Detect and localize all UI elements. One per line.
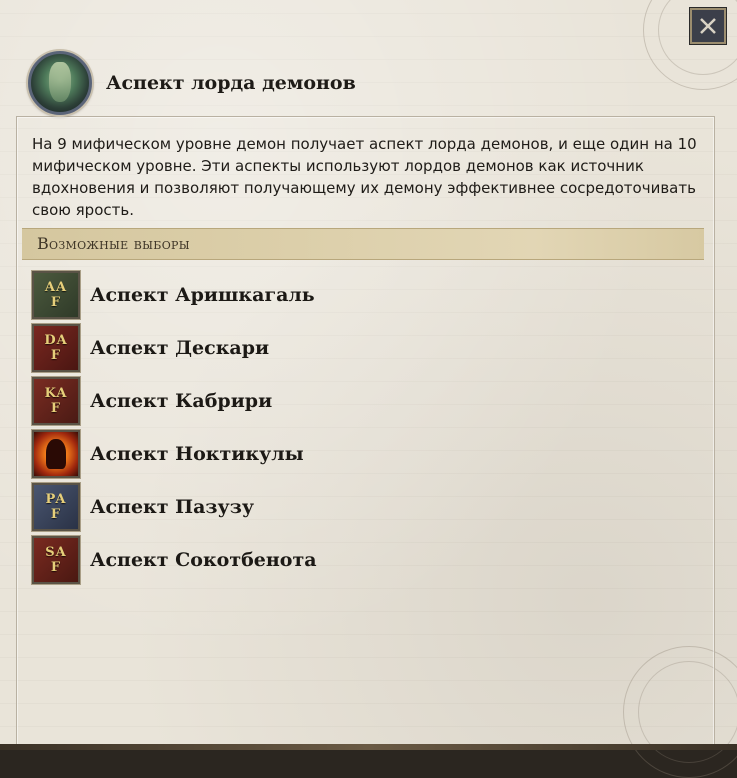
- feature-header: Аспект лорда демонов: [28, 50, 356, 116]
- aspect-pazuzu-icon: PA F: [32, 482, 80, 531]
- choice-label: Аспект Сокотбенота: [90, 548, 317, 571]
- choice-item-sokotbenot[interactable]: SA F Аспект Сокотбенота: [32, 533, 692, 586]
- possible-choices-header: Возможные выборы: [22, 228, 704, 260]
- icon-glyph-bottom: F: [50, 400, 62, 416]
- choice-label: Аспект Ноктикулы: [90, 442, 304, 465]
- icon-glyph-top: SA: [45, 544, 67, 560]
- close-icon: [700, 18, 716, 34]
- choice-label: Аспект Дескари: [90, 336, 270, 359]
- section-title: Возможные выборы: [37, 234, 190, 253]
- icon-glyph-top: PA: [45, 491, 67, 507]
- icon-glyph-top: KA: [44, 385, 68, 401]
- feature-description: На 9 мифическом уровне демон получает ас…: [32, 135, 697, 219]
- icon-glyph-bottom: F: [50, 559, 62, 575]
- icon-glyph-top: AA: [44, 279, 68, 295]
- feature-title: Аспект лорда демонов: [106, 72, 356, 94]
- feature-info-window: Аспект лорда демонов На 9 мифическом уро…: [0, 0, 737, 778]
- choice-item-nocticula[interactable]: Аспект Ноктикулы: [32, 427, 692, 480]
- choice-item-deskari[interactable]: DA F Аспект Дескари: [32, 321, 692, 374]
- choice-label: Аспект Пазузу: [90, 495, 254, 518]
- choice-label: Аспект Аришкагаль: [90, 283, 315, 306]
- aspect-deskari-icon: DA F: [32, 323, 80, 372]
- bottom-border: [0, 744, 737, 750]
- choice-item-arishkagal[interactable]: AA F Аспект Аришкагаль: [32, 268, 692, 321]
- demon-lord-portrait-icon: [28, 51, 92, 115]
- close-button[interactable]: [690, 8, 726, 44]
- choices-list: AA F Аспект Аришкагаль DA F Аспект Дескари…: [32, 268, 692, 586]
- aspect-arishkagal-icon: AA F: [32, 270, 80, 319]
- aspect-kabriri-icon: KA F: [32, 376, 80, 425]
- choice-item-kabriri[interactable]: KA F Аспект Кабрири: [32, 374, 692, 427]
- icon-glyph-top: DA: [44, 332, 68, 348]
- nocticula-figure-icon: [46, 438, 66, 469]
- icon-glyph-bottom: F: [50, 506, 62, 522]
- choice-label: Аспект Кабрири: [90, 389, 273, 412]
- aspect-nocticula-icon: [32, 429, 80, 478]
- icon-glyph-bottom: F: [50, 347, 62, 363]
- icon-glyph-bottom: F: [50, 294, 62, 310]
- aspect-sokotbenot-icon: SA F: [32, 535, 80, 584]
- choice-item-pazuzu[interactable]: PA F Аспект Пазузу: [32, 480, 692, 533]
